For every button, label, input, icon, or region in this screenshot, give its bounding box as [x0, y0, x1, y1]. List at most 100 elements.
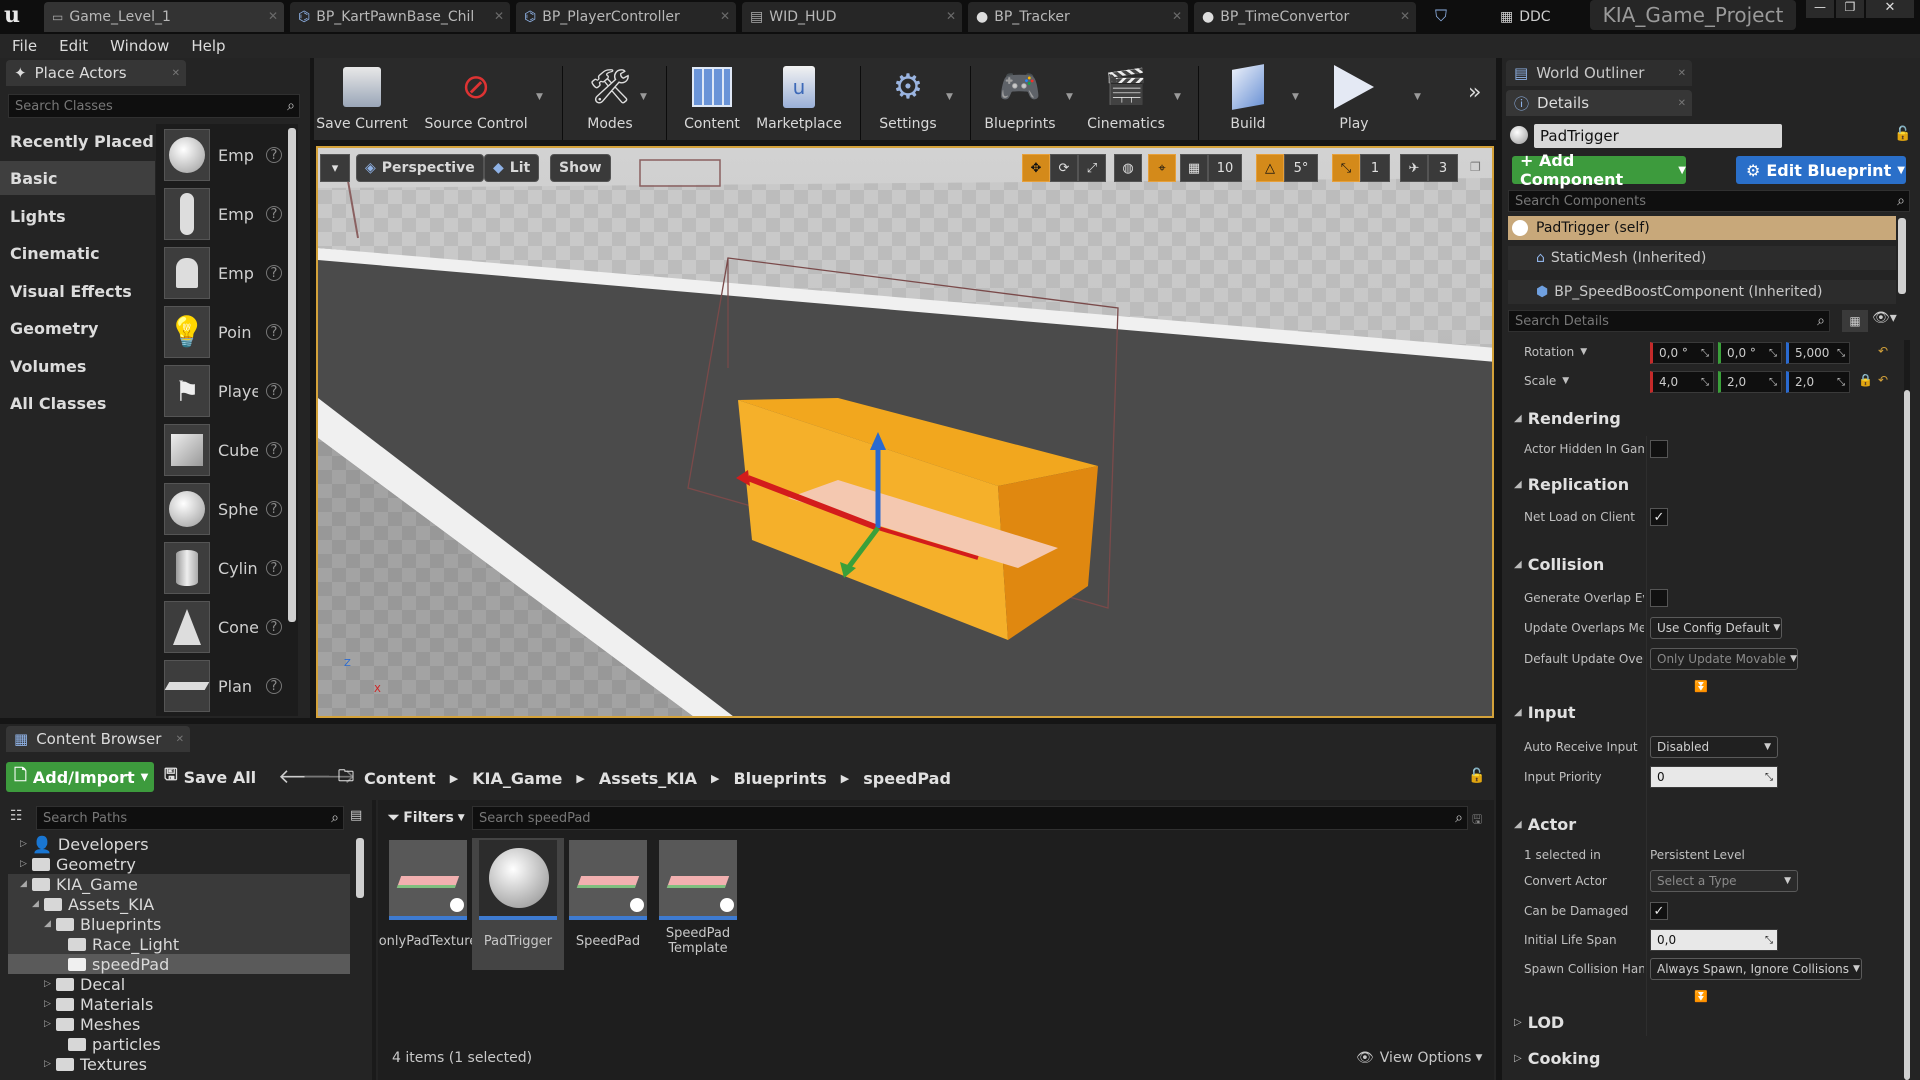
scale-x-input[interactable]: 4,0 ⤡ — [1650, 371, 1714, 393]
breadcrumb-kia-game[interactable]: KIA_Game — [472, 769, 562, 788]
help-icon[interactable]: ? — [266, 206, 282, 222]
default-update-select[interactable]: Only Update Movable ▼ — [1650, 648, 1798, 670]
tree-item-textures[interactable]: ▷ Textures — [8, 1054, 350, 1074]
convert-actor-select[interactable]: Select a Type ▼ — [1650, 870, 1798, 892]
help-icon[interactable]: ? — [266, 147, 282, 163]
modes-dropdown-icon[interactable]: ▼ — [640, 92, 647, 102]
camera-speed-icon[interactable]: ✈ — [1400, 154, 1428, 182]
save-search-icon[interactable]: 🖫 — [1472, 810, 1482, 831]
content-button[interactable]: Content — [674, 58, 750, 140]
tree-item-speedpad[interactable]: speedPad — [8, 954, 350, 974]
maximize-viewport-icon[interactable]: ❐ — [1470, 160, 1486, 176]
tree-item-meshes[interactable]: ▷ Meshes — [8, 1014, 350, 1034]
breadcrumb-separator-icon[interactable]: ▶ — [576, 772, 584, 785]
new-tab-icon[interactable]: ⛉ — [1428, 6, 1454, 28]
breadcrumb-content[interactable]: Content — [364, 769, 436, 788]
close-icon[interactable]: ✕ — [720, 9, 730, 23]
help-icon[interactable]: ? — [266, 265, 282, 281]
ue-logo-icon[interactable]: u — [4, 2, 34, 30]
build-dropdown-icon[interactable]: ▼ — [1292, 92, 1299, 102]
asset-padtrigger[interactable]: PadTrigger — [472, 838, 564, 970]
search-details-input[interactable]: Search Details ⌕ — [1508, 310, 1830, 332]
viewport[interactable]: Z X — [316, 146, 1494, 718]
component-padtrigger-self[interactable]: PadTrigger (self) — [1508, 216, 1896, 240]
actor-player-start[interactable]: ⚑ Playe? — [160, 363, 282, 419]
actor-cube[interactable]: Cube? — [160, 422, 282, 478]
tab-player-controller[interactable]: ⌬ BP_PlayerController ✕ — [516, 2, 736, 32]
tab-game-level[interactable]: ▭ Game_Level_1 ✕ — [44, 2, 284, 32]
initial-life-input[interactable]: 0,0 ⤡ — [1650, 929, 1778, 951]
component-speedboost[interactable]: ⬢ BP_SpeedBoostComponent (Inherited) — [1508, 280, 1896, 304]
net-load-checkbox[interactable]: ✓ — [1650, 508, 1668, 526]
help-icon[interactable]: ? — [266, 619, 282, 635]
source-control-button[interactable]: ⊘ Source Control — [424, 58, 527, 140]
close-icon[interactable]: ✕ — [1172, 9, 1182, 23]
category-visual-effects[interactable]: Visual Effects — [0, 274, 155, 308]
marketplace-button[interactable]: u Marketplace — [756, 58, 842, 140]
breadcrumb-separator-icon[interactable]: ▶ — [450, 772, 458, 785]
breadcrumb-assets-kia[interactable]: Assets_KIA — [599, 769, 697, 788]
tree-scrollbar[interactable] — [356, 838, 364, 898]
menu-window[interactable]: Window — [110, 37, 169, 55]
actor-hidden-checkbox[interactable] — [1650, 440, 1668, 458]
paths-options-icon[interactable]: ▤ — [350, 808, 366, 826]
category-cinematic[interactable]: Cinematic — [0, 236, 155, 270]
help-icon[interactable]: ? — [266, 501, 282, 517]
component-staticmesh[interactable]: ⌂ StaticMesh (Inherited) — [1508, 246, 1896, 270]
tree-divider[interactable] — [372, 800, 376, 1080]
modes-button[interactable]: 🛠 Modes — [572, 58, 648, 140]
add-component-button[interactable]: + Add Component ▼ — [1512, 151, 1686, 189]
surface-snap-icon[interactable]: ⌖ — [1148, 154, 1176, 182]
actor-empty-actor[interactable]: Emp? — [160, 127, 282, 183]
toolbar-overflow-icon[interactable]: » — [1468, 80, 1481, 105]
lock-icon[interactable]: 🔓 — [1468, 768, 1485, 784]
settings-button[interactable]: ⚙ Settings — [870, 58, 946, 140]
breadcrumb-separator-icon[interactable]: ▶ — [711, 772, 719, 785]
source-control-dropdown-icon[interactable]: ▼ — [536, 92, 543, 102]
tree-item-geometry[interactable]: ▷ Geometry — [8, 854, 350, 874]
breadcrumb-speedpad[interactable]: speedPad — [863, 769, 951, 788]
search-components-input[interactable]: Search Components ⌕ — [1508, 190, 1910, 212]
camera-speed-value[interactable]: 3 — [1428, 154, 1458, 182]
breadcrumb-separator-icon[interactable]: ▶ — [841, 772, 849, 785]
blueprints-dropdown-icon[interactable]: ▼ — [1066, 92, 1073, 102]
grid-snap-icon[interactable]: ▦ — [1180, 154, 1208, 182]
property-matrix-icon[interactable]: ▦ — [1842, 310, 1868, 332]
actor-sphere[interactable]: Sphe? — [160, 481, 282, 537]
tab-wid-hud[interactable]: ▤ WID_HUD ✕ — [742, 2, 962, 32]
tree-item-blueprints[interactable]: ◢ Blueprints — [8, 914, 350, 934]
build-button[interactable]: Build — [1210, 58, 1286, 140]
scale-z-input[interactable]: 2,0 ⤡ — [1786, 371, 1850, 393]
scale-snap-value[interactable]: 1 — [1360, 154, 1390, 182]
section-input[interactable]: ◢ Input — [1508, 698, 1898, 726]
actor-cylinder[interactable]: Cylin? — [160, 540, 282, 596]
close-icon[interactable]: ✕ — [946, 9, 956, 23]
translate-tool-icon[interactable]: ✥ — [1022, 154, 1050, 182]
details-tab[interactable]: ⓘ Details ✕ — [1506, 90, 1692, 116]
actor-list-scrollbar[interactable] — [288, 128, 296, 622]
input-priority-input[interactable]: 0 ⤡ — [1650, 766, 1778, 788]
viewport-options-button[interactable]: ▾ — [320, 154, 350, 182]
ddc-status[interactable]: ▦ DDC — [1500, 6, 1551, 28]
category-recently-placed[interactable]: Recently Placed — [0, 124, 155, 158]
close-icon[interactable]: ✕ — [1678, 98, 1686, 109]
generate-overlap-checkbox[interactable] — [1650, 589, 1668, 607]
filters-button[interactable]: ⏷ Filters ▼ — [388, 806, 465, 830]
lock-scale-icon[interactable]: 🔒 — [1858, 373, 1873, 387]
view-options-button[interactable]: 👁 View Options ▼ — [1356, 1048, 1482, 1068]
tab-bp-tracker[interactable]: ● BP_Tracker ✕ — [968, 2, 1188, 32]
help-icon[interactable]: ? — [266, 678, 282, 694]
help-icon[interactable]: ? — [266, 442, 282, 458]
lock-details-icon[interactable]: 🔓 — [1894, 126, 1911, 142]
menu-edit[interactable]: Edit — [59, 37, 88, 55]
blueprints-button[interactable]: 🎮 Blueprints — [978, 58, 1062, 140]
tab-kart-pawn[interactable]: ⌬ BP_KartPawnBase_Chil ✕ — [290, 2, 510, 32]
show-button[interactable]: Show — [550, 154, 611, 182]
search-paths-input[interactable]: Search Paths ⌕ — [36, 806, 344, 830]
rotate-tool-icon[interactable]: ⟳ — [1050, 154, 1078, 182]
reset-rotation-icon[interactable]: ↶ — [1878, 344, 1888, 358]
scale-y-input[interactable]: 2,0 ⤡ — [1718, 371, 1782, 393]
maximize-button[interactable]: ❐ — [1836, 0, 1864, 18]
content-browser-tab[interactable]: ▦ Content Browser ✕ — [6, 726, 190, 752]
category-lights[interactable]: Lights — [0, 199, 155, 233]
